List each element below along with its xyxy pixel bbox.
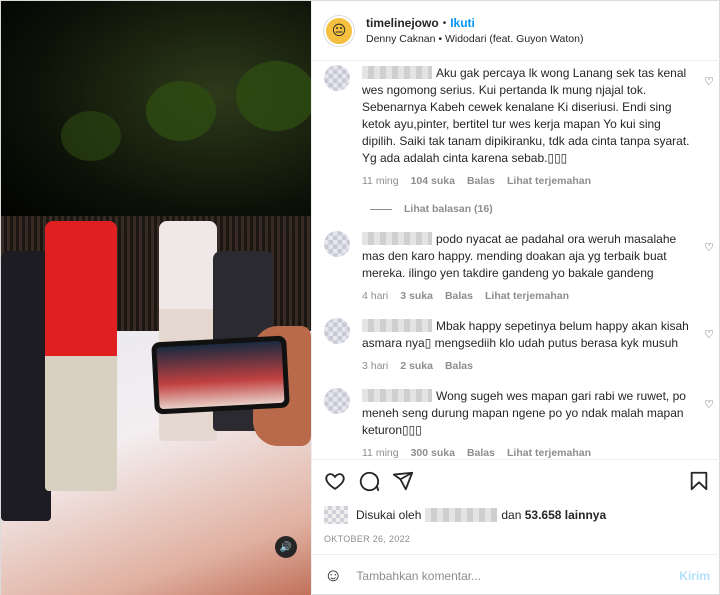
audio-link[interactable]: Denny Caknan • Widodari (feat. Guyon Wat… [366, 33, 583, 45]
like-comment-icon[interactable]: ♡ [704, 398, 714, 411]
likes-prefix: Disukai oleh [356, 508, 422, 522]
blurred-username[interactable] [362, 319, 432, 332]
translate-button[interactable]: Lihat terjemahan [485, 290, 569, 302]
translate-button[interactable]: Lihat terjemahan [507, 447, 591, 459]
comment-item: podo nyacat ae padahal ora weruh masalah… [312, 231, 720, 302]
like-comment-icon[interactable]: ♡ [704, 241, 714, 254]
reply-button[interactable]: Balas [445, 360, 473, 372]
speaker-icon: 🔊 [279, 541, 293, 553]
comment-avatar[interactable] [324, 388, 350, 414]
comment-text-wrap: Wong sugeh wes mapan gari rabi we ruwet,… [362, 388, 692, 439]
heart-icon[interactable] [324, 470, 346, 492]
comment-body: Wong sugeh wes mapan gari rabi we ruwet,… [362, 388, 692, 459]
comment-time[interactable]: 11 ming [362, 175, 399, 187]
follow-button[interactable]: Ikuti [450, 16, 475, 30]
header-text: timelinejowo • Ikuti Denny Caknan • Wido… [366, 16, 583, 45]
palm-tree [61, 111, 121, 161]
comment-time[interactable]: 4 hari [362, 290, 388, 302]
comment-likes[interactable]: 104 suka [411, 175, 455, 187]
comment-meta: 4 hari 3 suka Balas Lihat terjemahan [362, 290, 692, 302]
reply-button[interactable]: Balas [467, 447, 495, 459]
view-replies-button[interactable]: Lihat balasan (16) [370, 203, 720, 215]
palm-tree [146, 81, 216, 141]
comment-body: Aku gak percaya lk wong Lanang sek tas k… [362, 65, 692, 187]
view-replies-label: Lihat balasan (16) [404, 203, 493, 215]
comments-list[interactable]: Aku gak percaya lk wong Lanang sek tas k… [312, 61, 720, 459]
translate-button[interactable]: Lihat terjemahan [507, 175, 591, 187]
add-comment-bar: ☺ Kirim [312, 554, 720, 595]
phone-in-video [151, 335, 290, 415]
post-video[interactable]: 🔊 [1, 1, 311, 595]
comment-input[interactable] [356, 568, 680, 583]
comment-text: Aku gak percaya lk wong Lanang sek tas k… [362, 66, 690, 165]
person-left [1, 251, 51, 521]
likes-summary: Disukai oleh dan 53.658 lainnya [324, 506, 710, 524]
comment-likes[interactable]: 300 suka [411, 447, 455, 459]
sound-toggle-button[interactable]: 🔊 [275, 536, 297, 558]
reply-button[interactable]: Balas [467, 175, 495, 187]
blurred-username[interactable] [362, 232, 432, 245]
avatar[interactable]: 😐 [324, 15, 354, 46]
likes-count-link[interactable]: 53.658 lainnya [525, 508, 606, 522]
comment-avatar[interactable] [324, 231, 350, 257]
palm-tree [236, 61, 311, 131]
comment-text-wrap: podo nyacat ae padahal ora weruh masalah… [362, 231, 692, 282]
post-actions: Disukai oleh dan 53.658 lainnya OKTOBER … [312, 459, 720, 552]
comment-item: Mbak happy sepetinya belum happy akan ki… [312, 318, 720, 372]
reply-button[interactable]: Balas [445, 290, 473, 302]
comment-likes[interactable]: 3 suka [400, 290, 433, 302]
share-icon[interactable] [392, 470, 414, 492]
username-link[interactable]: timelinejowo [366, 16, 439, 30]
blurred-username[interactable] [362, 389, 432, 402]
comment-icon[interactable] [358, 470, 380, 492]
replies-line [370, 208, 392, 210]
comment-meta: 3 hari 2 suka Balas [362, 360, 692, 372]
post-sidebar: 😐 timelinejowo • Ikuti Denny Caknan • Wi… [311, 1, 720, 595]
comment-meta: 11 ming 104 suka Balas Lihat terjemahan [362, 175, 692, 187]
bookmark-icon[interactable] [688, 470, 710, 492]
comment-time[interactable]: 11 ming [362, 447, 399, 459]
like-comment-icon[interactable]: ♡ [704, 328, 714, 341]
liker-avatar[interactable] [324, 506, 348, 524]
comment-item: Wong sugeh wes mapan gari rabi we ruwet,… [312, 388, 720, 459]
comment-body: Mbak happy sepetinya belum happy akan ki… [362, 318, 692, 372]
likes-and: dan [501, 508, 522, 522]
person-red-shirt [45, 221, 117, 491]
comment-avatar[interactable] [324, 318, 350, 344]
instagram-post-modal: 🔊 😐 timelinejowo • Ikuti Denny Caknan • … [0, 0, 720, 595]
like-comment-icon[interactable]: ♡ [704, 75, 714, 88]
post-comment-button[interactable]: Kirim [679, 569, 710, 583]
emoji-icon[interactable]: ☺ [324, 565, 342, 586]
blurred-username[interactable] [362, 66, 432, 79]
comment-text-wrap: Mbak happy sepetinya belum happy akan ki… [362, 318, 692, 352]
blurred-liker-name[interactable] [425, 508, 498, 522]
comment-time[interactable]: 3 hari [362, 360, 388, 372]
phone-screen [156, 340, 285, 410]
header-top-row: timelinejowo • Ikuti [366, 16, 583, 30]
comment-avatar[interactable] [324, 65, 350, 91]
post-date[interactable]: OKTOBER 26, 2022 [324, 534, 710, 544]
comment-text-wrap: Aku gak percaya lk wong Lanang sek tas k… [362, 65, 692, 167]
action-icons-row [324, 468, 710, 494]
comment-likes[interactable]: 2 suka [400, 360, 433, 372]
comment-meta: 11 ming 300 suka Balas Lihat terjemahan [362, 447, 692, 459]
post-header: 😐 timelinejowo • Ikuti Denny Caknan • Wi… [312, 1, 720, 61]
comment-body: podo nyacat ae padahal ora weruh masalah… [362, 231, 692, 302]
separator-dot: • [442, 17, 447, 29]
comment-item: Aku gak percaya lk wong Lanang sek tas k… [312, 65, 720, 187]
